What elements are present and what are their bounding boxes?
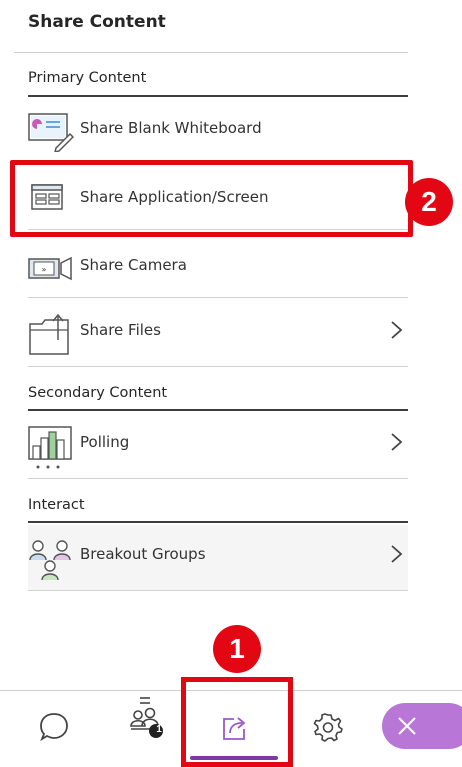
- item-label: Breakout Groups: [80, 545, 206, 563]
- folder-upload-icon: [28, 313, 72, 355]
- annotation-highlight-box: [10, 160, 413, 237]
- share-blank-whiteboard-item[interactable]: Share Blank Whiteboard: [28, 99, 408, 161]
- participants-count-badge: 1: [156, 724, 162, 735]
- share-files-item[interactable]: Share Files: [28, 301, 408, 367]
- camera-icon: »: [28, 249, 72, 285]
- section-divider: [28, 521, 408, 523]
- settings-button[interactable]: [298, 691, 358, 763]
- chevron-right-icon: [388, 432, 406, 452]
- participants-button[interactable]: 1: [116, 691, 176, 763]
- breakout-groups-item[interactable]: Breakout Groups: [28, 525, 408, 591]
- share-camera-item[interactable]: » Share Camera: [28, 236, 408, 298]
- item-label: Share Files: [80, 321, 161, 339]
- chat-button[interactable]: [24, 691, 84, 763]
- section-divider: [28, 95, 408, 97]
- annotation-badge-1: 1: [213, 625, 261, 673]
- section-secondary-content: Secondary Content: [28, 385, 168, 401]
- annotation-highlight-box: [181, 677, 293, 767]
- section-divider: [28, 409, 408, 411]
- poll-chart-icon: [28, 426, 72, 469]
- title-divider: [14, 52, 408, 53]
- item-label: Share Blank Whiteboard: [80, 119, 262, 137]
- chevron-right-icon: [388, 320, 406, 340]
- whiteboard-icon: [28, 112, 75, 154]
- panel-title: Share Content: [28, 12, 166, 32]
- annotation-badge-2: 2: [405, 178, 453, 226]
- svg-text:»: »: [42, 265, 47, 274]
- leave-session-button[interactable]: [382, 703, 462, 749]
- section-primary-content: Primary Content: [28, 70, 147, 86]
- chevron-right-icon: [388, 544, 406, 564]
- item-label: Share Camera: [80, 256, 187, 274]
- item-label: Polling: [80, 433, 130, 451]
- polling-item[interactable]: Polling: [28, 413, 408, 479]
- section-interact: Interact: [28, 497, 85, 513]
- breakout-groups-icon: [28, 538, 72, 581]
